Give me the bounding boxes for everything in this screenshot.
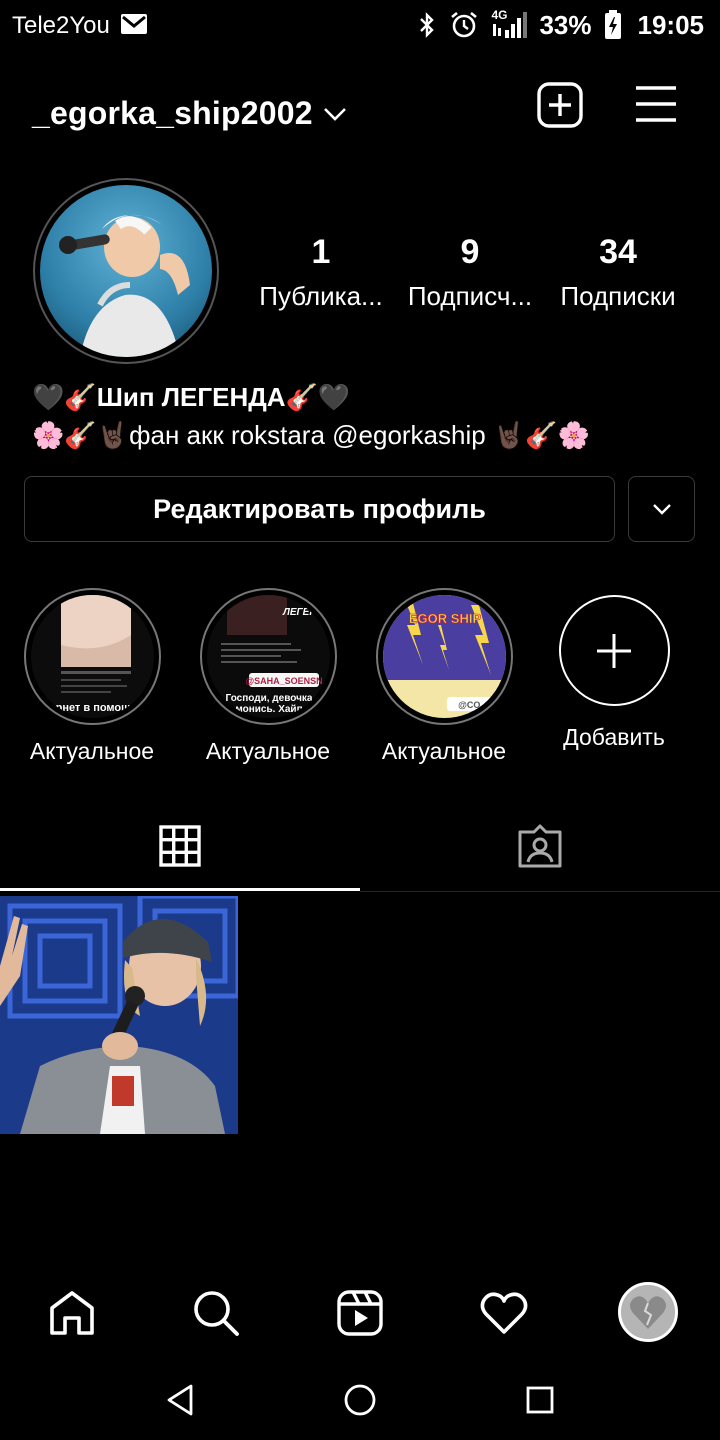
heart-icon <box>480 1292 528 1334</box>
add-highlight-button[interactable]: Добавить <box>534 588 694 752</box>
discover-people-button[interactable] <box>628 476 695 542</box>
reels-icon <box>337 1290 383 1336</box>
mail-icon <box>121 14 147 34</box>
nav-home[interactable] <box>47 1288 97 1338</box>
followers-stat[interactable]: 9 Подписч... <box>395 232 545 314</box>
recents-button[interactable] <box>518 1378 562 1422</box>
highlight-2[interactable]: ЛЕГЕНДА @SAHA_SOENSN Господи, девочка мон… <box>188 588 348 766</box>
add-highlight-ring <box>558 595 670 706</box>
highlight-cover-ring: ЛЕГЕНДА @SAHA_SOENSN Господи, девочка мон… <box>199 588 337 725</box>
highlight-cover: ЛЕГЕНДА @SAHA_SOENSN Господи, девочка мон… <box>206 595 330 718</box>
highlight-3-tag: @CO_U <box>458 700 492 710</box>
battery-percent: 33% <box>539 9 592 40</box>
highlight-2-title: ЛЕГЕНДА <box>281 607 329 618</box>
grid-icon <box>159 825 201 867</box>
plus-icon <box>597 633 631 668</box>
clock: 19:05 <box>637 9 705 40</box>
search-icon <box>194 1291 239 1336</box>
account-switcher[interactable]: _egorka_ship2002 <box>32 95 313 132</box>
following-label: Подписки <box>560 281 676 311</box>
highlight-cover: EGOR SHIP @CO_U <box>382 595 506 718</box>
highlight-1[interactable]: рнет в помощ Актуальное <box>12 588 172 766</box>
highlight-cover-ring: рнет в помощ <box>23 588 161 725</box>
home-circle-icon <box>344 1384 376 1416</box>
nav-reels[interactable] <box>335 1288 385 1338</box>
bluetooth-icon <box>420 12 435 38</box>
status-icons: 4G 33% 19:05 <box>417 8 705 40</box>
posts-stat[interactable]: 1 Публика... <box>246 232 396 314</box>
home-button[interactable] <box>338 1378 382 1422</box>
carrier-name: Tele2You <box>12 12 110 39</box>
status-bar: Tele2You 4G 33% 19:05 <box>0 0 720 50</box>
home-icon <box>50 1291 94 1335</box>
active-tab-indicator <box>0 888 360 891</box>
highlight-1-caption: рнет в помощ <box>55 702 131 714</box>
bio: 🖤🎸Шип ЛЕГЕНДА🎸🖤 🌸🎸🤘🏿фан акк rokstara @eg… <box>32 378 692 454</box>
highlight-label: Добавить <box>563 724 665 750</box>
chevron-down-icon <box>652 504 671 515</box>
highlight-2-caption: Господи, девочка монись. Хайп <box>225 693 312 715</box>
bio-description-line: 🌸🎸🤘🏿фан акк rokstara @egorkaship 🤘🏿🎸🌸 <box>32 420 591 450</box>
recents-square-icon <box>526 1386 554 1414</box>
highlight-label: Актуальное <box>381 738 507 764</box>
nav-search[interactable] <box>191 1288 241 1338</box>
following-stat[interactable]: 34 Подписки <box>543 232 693 314</box>
followers-label: Подписч... <box>407 281 533 311</box>
following-count: 34 <box>599 233 637 271</box>
new-post-button[interactable] <box>537 82 583 128</box>
tagged-icon <box>518 824 562 868</box>
highlight-3[interactable]: EGOR SHIP @CO_U Актуальное <box>364 588 524 766</box>
chevron-down-icon[interactable] <box>322 106 348 122</box>
menu-button[interactable] <box>634 84 678 124</box>
signal-icon: 4G <box>491 8 528 40</box>
avatar-photo <box>40 185 212 357</box>
back-button[interactable] <box>158 1378 202 1422</box>
highlight-label: Актуальное <box>205 738 331 764</box>
highlight-3-title: EGOR SHIP <box>408 611 481 626</box>
bottom-nav <box>0 1270 720 1354</box>
highlight-cover-ring: EGOR SHIP @CO_U <box>375 588 513 725</box>
bio-name-line: 🖤🎸Шип ЛЕГЕНДА🎸🖤 <box>32 382 351 412</box>
back-triangle-icon <box>167 1384 193 1416</box>
followers-count: 9 <box>460 233 480 271</box>
tab-divider <box>360 891 720 892</box>
profile-avatar[interactable] <box>33 178 219 364</box>
nav-profile-avatar[interactable] <box>618 1282 678 1342</box>
post-thumbnail[interactable] <box>0 896 238 1134</box>
edit-profile-button[interactable]: Редактировать профиль <box>24 476 615 542</box>
posts-count: 1 <box>311 233 331 271</box>
highlight-cover: рнет в помощ <box>30 595 154 718</box>
system-navigation-bar <box>0 1360 720 1440</box>
highlight-label: Актуальное <box>29 738 155 764</box>
battery-icon <box>604 10 621 39</box>
nav-activity[interactable] <box>479 1288 529 1338</box>
highlight-2-tag: @SAHA_SOENSN <box>245 676 322 686</box>
tab-grid[interactable] <box>0 800 360 892</box>
alarm-icon <box>451 11 478 38</box>
posts-label: Публика... <box>259 281 383 311</box>
tab-tagged[interactable] <box>360 800 720 892</box>
